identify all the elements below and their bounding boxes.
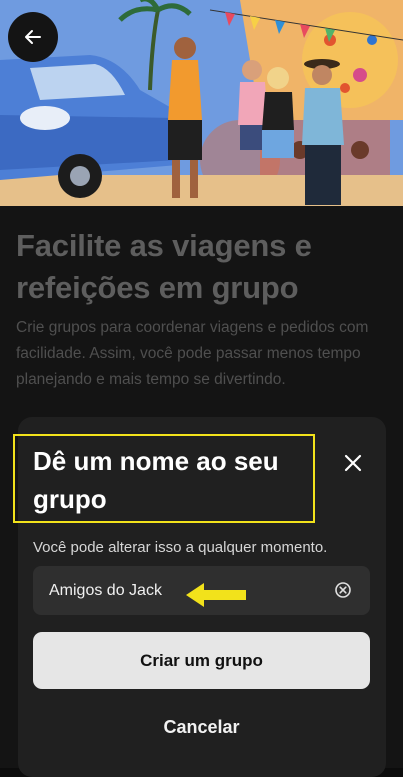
close-button[interactable] [336, 446, 370, 480]
create-group-button[interactable]: Criar um grupo [33, 632, 370, 689]
back-button[interactable] [8, 12, 58, 62]
arrow-left-annotation-icon [186, 583, 246, 607]
close-icon [344, 454, 362, 472]
sheet-hint: Você pode alterar isso a qualquer moment… [33, 539, 328, 556]
page-title: Facilite as viagens e refeições em grupo [16, 228, 312, 305]
cancel-button[interactable]: Cancelar [33, 706, 370, 748]
clear-circle-icon[interactable] [334, 581, 352, 599]
title-highlight-annotation [13, 434, 315, 523]
arrow-left-icon [25, 30, 41, 44]
hero-illustration [0, 0, 403, 206]
page-description: Crie grupos para coordenar viagens e ped… [16, 319, 369, 388]
group-trip-illustration-icon [0, 0, 403, 206]
